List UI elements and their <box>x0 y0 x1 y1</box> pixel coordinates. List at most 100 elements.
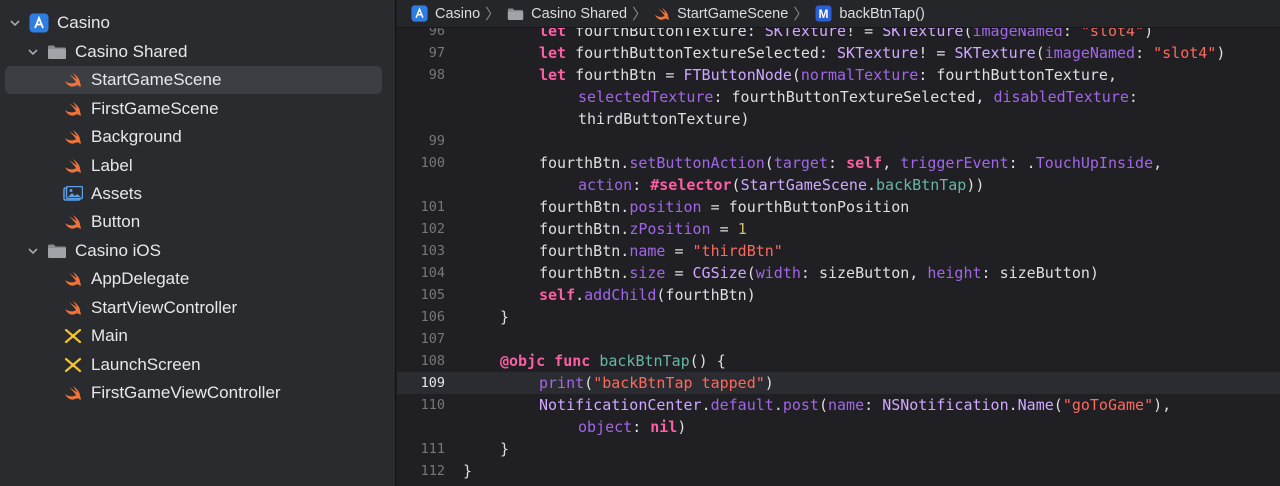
code-token: . <box>575 286 585 304</box>
code-token: backBtnTap <box>876 176 967 194</box>
code-token: imageNamed <box>1044 44 1136 62</box>
code-token: addChild <box>584 286 657 304</box>
code-area[interactable]: 96 let fourthButtonTexture: SKTexture! = … <box>397 28 1280 486</box>
code-token: TouchUpInside <box>1035 154 1154 172</box>
code-token: = <box>710 220 738 238</box>
nav-file-firstgamescene[interactable]: FirstGameScene <box>0 95 395 123</box>
code-line[interactable]: action: #selector(StartGameScene.backBtn… <box>578 174 984 196</box>
code-line[interactable]: NotificationCenter.default.post(name: NS… <box>539 394 1171 416</box>
code-token: imageNamed <box>972 28 1063 40</box>
code-token: ! = <box>846 28 883 40</box>
code-line[interactable]: let fourthBtn = FTButtonNode(normalTextu… <box>539 64 1117 86</box>
code-line[interactable]: thirdButtonTexture) <box>578 108 750 130</box>
code-line[interactable]: fourthBtn.setButtonAction(target: self, … <box>539 152 1162 174</box>
code-token: setButtonAction <box>629 154 765 172</box>
chevron-right-icon: 〉 <box>485 6 501 23</box>
line-number: 106 <box>420 309 445 325</box>
nav-file-background[interactable]: Background <box>0 123 395 151</box>
chevron-down-icon[interactable] <box>27 46 39 58</box>
code-line[interactable]: @objc func backBtnTap() { <box>500 350 726 372</box>
code-line[interactable]: fourthBtn.name = "thirdBtn" <box>539 240 783 262</box>
breadcrumb-project[interactable]: Casino <box>411 5 480 22</box>
code-line[interactable]: } <box>500 306 509 328</box>
code-token: self <box>846 154 883 172</box>
breadcrumb-label: StartGameScene <box>677 5 789 22</box>
breadcrumb-group[interactable]: Casino Shared <box>507 6 627 22</box>
chevron-down-icon[interactable] <box>9 17 21 29</box>
nav-file-assets[interactable]: Assets <box>0 180 395 208</box>
nav-file-main[interactable]: Main <box>0 322 395 350</box>
nav-file-startgamescene[interactable]: StartGameScene <box>0 66 395 94</box>
nav-file-button[interactable]: Button <box>0 208 395 236</box>
code-token: action <box>578 176 633 194</box>
code-token: let <box>539 28 576 40</box>
line-number: 110 <box>420 397 445 413</box>
nav-file-startviewcontroller[interactable]: StartViewController <box>0 294 395 322</box>
assets-catalog-icon <box>63 185 83 203</box>
code-token: } <box>463 462 473 480</box>
breadcrumb-label: Casino Shared <box>531 5 628 22</box>
nav-file-launchscreen[interactable]: LaunchScreen <box>0 351 395 379</box>
code-token: = <box>665 264 693 282</box>
nav-item-label: StartGameScene <box>91 70 222 89</box>
code-token: = fourthButtonPosition <box>701 198 910 216</box>
folder-icon <box>507 7 524 21</box>
current-line-highlight <box>397 372 1280 394</box>
jump-bar: Casino 〉 Casino Shared 〉 StartGameScene … <box>397 0 1280 28</box>
method-badge-letter: M <box>819 7 829 21</box>
line-number: 102 <box>420 221 445 237</box>
nav-folder-casino-shared[interactable]: Casino Shared <box>0 38 395 66</box>
nav-item-label: FirstGameViewController <box>91 383 281 402</box>
code-token: . <box>1008 396 1018 414</box>
code-token: size <box>629 264 666 282</box>
code-token: "slot4" <box>1153 44 1217 62</box>
code-token: FTButtonNode <box>683 66 792 84</box>
nav-item-casino-project[interactable]: Casino <box>0 9 395 37</box>
line-number <box>397 86 445 108</box>
nav-file-appdelegate[interactable]: AppDelegate <box>0 265 395 293</box>
code-token: : . <box>1008 154 1036 172</box>
code-token: ( <box>764 154 774 172</box>
nav-item-label: StartViewController <box>91 298 238 317</box>
code-line[interactable]: let fourthButtonTextureSelected: SKTextu… <box>539 42 1225 64</box>
code-token: post <box>782 396 819 414</box>
nav-file-label[interactable]: Label <box>0 152 395 180</box>
code-token: zPosition <box>629 220 711 238</box>
code-token: fourthBtn. <box>539 220 630 238</box>
chevron-right-icon: 〉 <box>632 6 648 23</box>
chevron-down-icon[interactable] <box>27 245 39 257</box>
code-line[interactable]: let fourthButtonTexture: SKTexture! = SK… <box>539 28 1153 42</box>
code-line[interactable]: } <box>500 438 509 460</box>
nav-item-label: FirstGameScene <box>91 99 219 118</box>
code-token: "backBtnTap tapped" <box>593 374 765 392</box>
nav-file-firstgameviewcontroller[interactable]: FirstGameViewController <box>0 379 395 407</box>
code-line[interactable]: fourthBtn.zPosition = 1 <box>539 218 747 240</box>
code-token: nil <box>650 418 678 436</box>
nav-item-label: Background <box>91 127 182 146</box>
code-token: thirdButtonTexture) <box>578 110 750 128</box>
code-token: fourthBtn. <box>539 198 630 216</box>
code-token: . <box>701 396 711 414</box>
code-line[interactable]: fourthBtn.size = CGSize(width: sizeButto… <box>539 262 1099 284</box>
code-token: , <box>882 154 901 172</box>
breadcrumb-file[interactable]: StartGameScene <box>654 6 788 22</box>
code-token: fourthButtonTextureSelected: <box>575 44 838 62</box>
swift-file-icon <box>63 128 83 146</box>
code-token: object <box>578 418 633 436</box>
swift-file-icon <box>63 100 83 118</box>
source-editor: Casino 〉 Casino Shared 〉 StartGameScene … <box>397 0 1280 486</box>
code-line[interactable]: } <box>463 460 472 482</box>
nav-folder-casino-ios[interactable]: Casino iOS <box>0 237 395 265</box>
code-line[interactable]: selectedTexture: fourthButtonTextureSele… <box>578 86 1138 108</box>
breadcrumb-symbol[interactable]: M backBtnTap() <box>815 5 925 22</box>
nav-item-label: Main <box>91 326 128 345</box>
code-line[interactable]: object: nil) <box>578 416 686 438</box>
code-line[interactable]: print("backBtnTap tapped") <box>539 372 774 394</box>
code-token: = <box>665 242 693 260</box>
code-line[interactable]: fourthBtn.position = fourthButtonPositio… <box>539 196 909 218</box>
line-number: 96 <box>428 28 445 39</box>
code-token: : <box>632 418 651 436</box>
line-number <box>397 108 445 130</box>
code-line[interactable]: self.addChild(fourthBtn) <box>539 284 756 306</box>
code-token: ( <box>1035 44 1045 62</box>
